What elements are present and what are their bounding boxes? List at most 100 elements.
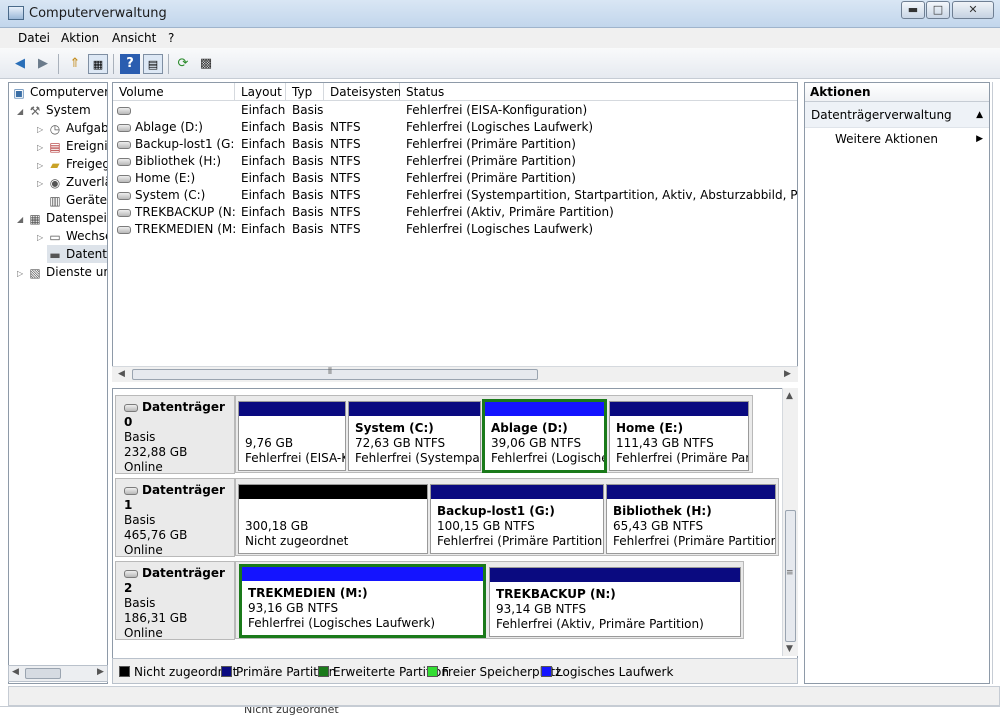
back-arrow-icon[interactable]: ◀ (10, 54, 30, 74)
volume-filesystem: NTFS (330, 222, 361, 236)
table-row[interactable]: Backup-lost1 (G:) Einfach Basis NTFS Feh… (113, 136, 797, 153)
primary-partition-bar (431, 485, 603, 499)
window-title: Computerverwaltung (29, 6, 167, 21)
device-icon: ▥ (49, 193, 61, 208)
action-pane-icon[interactable]: ▤ (143, 54, 163, 74)
expand-icon[interactable]: ▷ (37, 229, 47, 247)
background-text: Nicht zugeordnet (244, 706, 339, 715)
volume-filesystem: NTFS (330, 171, 361, 185)
partition-unallocated[interactable]: 300,18 GB Nicht zugeordnet (238, 484, 428, 554)
tree-node-dienste[interactable]: ▷▧ Dienste und Anwendungen (17, 263, 107, 283)
minimize-button[interactable]: ▬ (901, 1, 925, 19)
table-row[interactable]: Ablage (D:) Einfach Basis NTFS Fehlerfre… (113, 119, 797, 136)
tree-node-aufgabenplanung[interactable]: ▷◷Aufgabenplanung (37, 119, 107, 137)
legend-swatch (221, 666, 232, 677)
action-weitere-aktionen[interactable]: Weitere Aktionen ▶ (805, 128, 989, 150)
tree-node-label: Freigegebene Ordner (66, 157, 107, 171)
partition-trekmedien-m[interactable]: TREKMEDIEN (M:) 93,16 GB NTFS Fehlerfrei (… (239, 564, 486, 638)
partition-eisa[interactable]: 9,76 GBFehlerfrei (EISA-Konfiguration) (238, 401, 346, 471)
tree-node-label: System (46, 103, 91, 117)
properties-icon[interactable]: ▩ (196, 54, 216, 74)
action-label: Weitere Aktionen (835, 132, 938, 146)
expand-icon[interactable]: ▷ (37, 175, 47, 193)
scroll-thumb[interactable] (132, 369, 538, 380)
maximize-button[interactable]: □ (926, 1, 950, 19)
menu-bar: Datei Aktion Ansicht ? (0, 28, 1000, 48)
tree-node-datentraegerverwaltung[interactable]: ▬ Datenträgerverwaltung (47, 245, 107, 263)
volume-layout: Einfach (241, 222, 286, 236)
legend-label: Logisches Laufwerk (556, 665, 674, 679)
volume-type: Basis (292, 171, 324, 185)
menu-help[interactable]: ? (168, 31, 174, 45)
tree-node-freigegebene-ordner[interactable]: ▷▰Freigegebene Ordner (37, 155, 107, 173)
tree-node-zuverlaessigkeit[interactable]: ▷◉ Zuverlässigkeit (37, 173, 107, 193)
scroll-left-icon[interactable]: ◀ (12, 667, 19, 677)
scroll-right-icon[interactable]: ▶ (784, 369, 791, 379)
partition-home-e[interactable]: Home (E:) 111,43 GB NTFS Fehlerfrei (Primä… (609, 401, 749, 471)
refresh-icon[interactable]: ⟳ (173, 54, 193, 74)
forward-arrow-icon[interactable]: ▶ (33, 54, 53, 74)
tree-horizontal-scrollbar[interactable]: ◀ ▶ (8, 665, 108, 682)
collapse-icon[interactable]: ◢ (17, 211, 27, 229)
close-button[interactable]: ✕ (952, 1, 994, 19)
tree-node-system[interactable]: ◢ ⚒ System (17, 101, 91, 119)
volume-list: Volume Layout Typ Dateisystem Status Ein… (112, 82, 798, 382)
partition-name: TREKBACKUP (N:) (496, 587, 616, 601)
column-header-typ[interactable]: Typ (286, 83, 324, 101)
partition-bibliothek-h[interactable]: Bibliothek (H:) 65,43 GB NTFS Fehlerfrei (… (606, 484, 776, 554)
volume-status: Fehlerfrei (Primäre Partition) (406, 154, 576, 168)
expand-icon[interactable]: ▷ (17, 265, 27, 283)
table-row[interactable]: TREKMEDIEN (M:) Einfach Basis NTFS Fehle… (113, 221, 797, 238)
partition-ablage-d[interactable]: Ablage (D:) 39,06 GB NTFS Fehlerfrei (Logi… (482, 399, 607, 473)
scroll-left-icon[interactable]: ◀ (118, 369, 125, 379)
collapse-icon[interactable]: ◢ (17, 103, 27, 121)
column-header-volume[interactable]: Volume (113, 83, 235, 101)
tree-node-geraete-manager[interactable]: ▥ Geräte-Manager (47, 191, 107, 209)
table-row[interactable]: TREKBACKUP (N:) Einfach Basis NTFS Fehle… (113, 204, 797, 221)
menu-aktion[interactable]: Aktion (61, 31, 99, 45)
submenu-arrow-icon: ▶ (976, 134, 983, 144)
column-header-dateisystem[interactable]: Dateisystem (324, 83, 405, 101)
disk-icon (124, 570, 138, 578)
disk-graphical-view: Datenträger 0 Basis 232,88 GB Online 9,7… (112, 388, 798, 684)
table-row[interactable]: Home (E:) Einfach Basis NTFS Fehlerfrei … (113, 170, 797, 187)
help-icon[interactable]: ? (120, 54, 140, 74)
removable-icon: ▭ (49, 229, 61, 244)
scroll-thumb[interactable] (25, 668, 61, 679)
disk-state: Online (124, 460, 163, 474)
status-bar (8, 686, 1000, 706)
disk-state: Online (124, 543, 163, 557)
actions-section-datentraegerverwaltung[interactable]: Datenträgerverwaltung ▲ (805, 102, 989, 128)
up-folder-icon[interactable]: ⇑ (65, 54, 85, 74)
legend-swatch (119, 666, 130, 677)
scroll-right-icon[interactable]: ▶ (97, 667, 104, 677)
column-header-layout[interactable]: Layout (235, 83, 286, 101)
disk-2-label[interactable]: Datenträger 2 Basis 186,31 GB Online (115, 561, 235, 640)
tree-node-computerverwaltung[interactable]: ▣ Computerverwaltung (11, 83, 108, 101)
background-window-strip: Nicht zugeordnet (0, 706, 1000, 715)
collapse-up-icon[interactable]: ▲ (976, 102, 983, 128)
menu-datei[interactable]: Datei (18, 31, 50, 45)
scroll-down-icon[interactable]: ▼ (786, 644, 793, 654)
partition-trekbackup-n[interactable]: TREKBACKUP (N:) 93,14 GB NTFS Fehlerfrei (… (489, 567, 741, 637)
tree-node-label: Computerverwaltung (30, 85, 108, 99)
disk-0-label[interactable]: Datenträger 0 Basis 232,88 GB Online (115, 395, 235, 474)
disk-view-vertical-scrollbar[interactable]: ▲ ≡ ▼ (782, 388, 798, 656)
partition-system-c[interactable]: System (C:) 72,63 GB NTFS Fehlerfrei (Syst… (348, 401, 481, 471)
drive-icon (117, 209, 131, 217)
scroll-up-icon[interactable]: ▲ (786, 391, 793, 401)
table-row[interactable]: System (C:) Einfach Basis NTFS Fehlerfre… (113, 187, 797, 204)
tree-node-wechselmedien[interactable]: ▷▭ Wechselmedien (37, 227, 107, 247)
volume-layout: Einfach (241, 154, 286, 168)
partition-backup-lost1-g[interactable]: Backup-lost1 (G:) 100,15 GB NTFS Fehlerfre… (430, 484, 604, 554)
tree-node-datenspeicher[interactable]: ◢▦ Datenspeicher (17, 209, 107, 229)
volume-list-horizontal-scrollbar[interactable]: ◀ ⦀ ▶ (112, 366, 798, 382)
table-row[interactable]: Bibliothek (H:) Einfach Basis NTFS Fehle… (113, 153, 797, 170)
menu-ansicht[interactable]: Ansicht (112, 31, 156, 45)
column-header-status[interactable]: Status (400, 83, 797, 101)
partition-size: 65,43 GB NTFS (613, 519, 704, 533)
disk-1-label[interactable]: Datenträger 1 Basis 465,76 GB Online (115, 478, 235, 557)
tree-node-ereignisanzeige[interactable]: ▷▤Ereignisanzeige (37, 137, 107, 155)
table-row[interactable]: Einfach Basis Fehlerfrei (EISA-Konfigura… (113, 102, 797, 119)
console-tree-icon[interactable]: ▦ (88, 54, 108, 74)
